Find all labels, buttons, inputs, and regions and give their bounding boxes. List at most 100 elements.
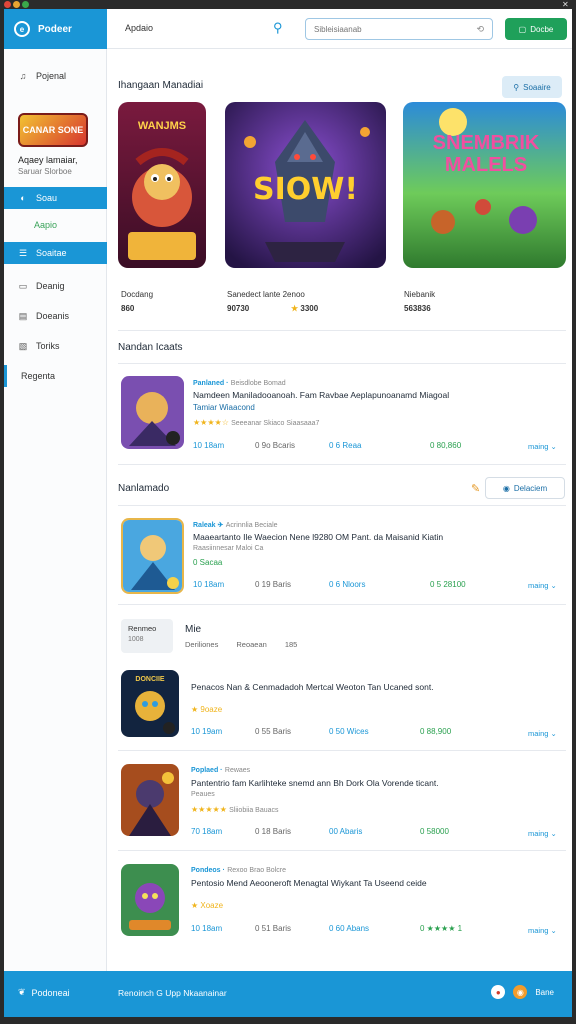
header-action-button[interactable]: ▢ Docbe (505, 18, 567, 40)
featured-title: Ihangaan Manadiai (118, 80, 204, 91)
search-field[interactable]: ⟲ (305, 18, 493, 40)
thumb-art-text: DONCIIE (135, 676, 165, 683)
calendar-icon: ▧ (18, 341, 28, 351)
game-card-art-text: WANJMS (137, 120, 187, 132)
more-link[interactable]: maing ⌄ (528, 829, 557, 838)
category-chip-title: Renmeo (128, 624, 157, 633)
leaf-icon: ❦ (18, 987, 26, 997)
list-item-title[interactable]: Namdeen Maniladooanoah. Fam Ravbae Aepla… (193, 390, 563, 400)
more-link[interactable]: maing ⌄ (528, 926, 557, 935)
list-item-thumb[interactable] (121, 864, 179, 936)
divider (118, 750, 566, 751)
chevron-down-icon: ⌄ (550, 926, 557, 935)
mushroom-icon[interactable]: ● (491, 985, 506, 999)
sidebar-item-aapio[interactable]: Aapio (4, 214, 107, 236)
more-link[interactable]: maing ⌄ (528, 729, 557, 738)
more-link[interactable]: maing ⌄ (528, 581, 557, 590)
list-item-stats: 10 19am 0 55 Baris 0 50 Wices 0 88,900 (191, 727, 452, 736)
list-item-rating: ★ 9oaze (191, 705, 223, 714)
list-item-title[interactable]: Pentosio Mend Aeooneroft Menagtal Wiykan… (191, 878, 565, 888)
sidebar-item-deanig[interactable]: ▭ Deanig (4, 275, 107, 297)
app-window: e Podeer ♫ Pojenal CANAR SONE Aqaey lama… (4, 9, 572, 1017)
window-titlebar: ✕ (0, 0, 576, 9)
sidebar-item-label: Pojenal (36, 71, 67, 81)
recommended-action-button[interactable]: ◉ Delaciem (485, 477, 565, 499)
brand-logo-icon: e (14, 21, 30, 37)
sidebar-item-profile[interactable]: ♫ Pojenal (4, 65, 107, 87)
sidebar-item-label: Doeanis (36, 311, 70, 321)
search-input[interactable] (314, 24, 464, 34)
misc-heading: Mie (185, 624, 202, 635)
footer-brand[interactable]: ❦ Podoneai (18, 987, 70, 998)
square-icon: ▢ (518, 24, 527, 34)
list-item-thumb[interactable]: DONCIIE (121, 670, 179, 737)
category-chip[interactable]: Renmeo 1008 (121, 619, 173, 653)
close-icon[interactable]: ✕ (562, 0, 570, 9)
game-card-name: Niebanik (404, 290, 436, 299)
list-item-stats: 10 18am 0 51 Baris 0 60 Abans 0 ★★★★ 1 (191, 924, 463, 933)
list-item-thumb[interactable] (121, 764, 179, 836)
divider (118, 604, 566, 605)
chevron-down-icon: ⌄ (550, 581, 557, 590)
game-art-3 (403, 102, 566, 268)
game-card-art-text: SIOW! (252, 172, 359, 207)
game-card-1[interactable]: WANJMS (118, 102, 206, 268)
window-close-dot[interactable] (4, 1, 11, 8)
record-icon[interactable]: ◉ (513, 985, 528, 999)
list-item-thumb[interactable] (121, 518, 184, 594)
recommended-action-label: Delaciem (513, 483, 548, 493)
game-card-meta: 563836 (404, 304, 431, 313)
sidebar-item-label: Toriks (36, 341, 60, 351)
sidebar-item-regenta[interactable]: Regenta (4, 365, 107, 387)
star-icon: ★ (291, 304, 299, 313)
category-chip-sub: 1008 (128, 636, 144, 643)
list-item-rating: 0 Sacaa (193, 558, 223, 567)
chevron-down-icon: ⌄ (550, 729, 557, 738)
brand-name: Podeer (38, 23, 72, 35)
refresh-icon[interactable]: ⟲ (476, 24, 484, 35)
star-rating-icon: ★★★★☆ (193, 418, 229, 427)
divider (118, 464, 566, 465)
misc-sub-3: 185 (284, 640, 298, 649)
misc-sub-1: Deriliones (185, 640, 219, 649)
sidebar-item-soaitae[interactable]: ☰ Soaitae (4, 242, 107, 264)
list-item-subtitle: Peaues (191, 791, 215, 798)
sidebar-item-toriks[interactable]: ▧ Toriks (4, 335, 107, 357)
list-item-stats: 10 18am 0 9o Bcaris 0 6 Reaa 0 80,860 (193, 441, 462, 450)
list-item-title[interactable]: Pantentrio fam Karlihteke snemd ann Bh D… (191, 778, 565, 788)
sidebar-item-label: Soaitae (36, 248, 67, 258)
sidebar-item-soau[interactable]: ◐ Soau (4, 187, 107, 209)
list-item-thumb[interactable] (121, 376, 184, 449)
misc-subrow: Deriliones Reoaean 185 (185, 640, 297, 649)
game-card-rating: ★ 3300 (291, 304, 319, 313)
list-item-title[interactable]: Maaeartanto Ile Waecion Nene l9280 OM Pa… (193, 532, 563, 542)
footer-icon-label[interactable]: Bane (535, 988, 554, 997)
list-item-tag-row: Raleak ✈ Acrinnlia Beciale (193, 522, 278, 529)
chevron-down-icon: ⌄ (550, 829, 557, 838)
window-maximize-dot[interactable] (22, 1, 29, 8)
game-card-2[interactable]: SIOW! (225, 102, 386, 268)
list-item-subtitle: Tamiar Wiaacond (193, 403, 255, 412)
header-title: Apdaio (125, 23, 154, 33)
window-minimize-dot[interactable] (13, 1, 20, 8)
sidebar-item-label: Regenta (21, 371, 56, 381)
divider (118, 330, 566, 331)
footer-icons: ● ◉ Bane (491, 985, 554, 999)
list-item-tag-row: Pondeos · Rexoo Brao Bolcre (191, 867, 286, 874)
popular-title: Nandan Icaats (118, 342, 183, 353)
promo-logo[interactable]: CANAR SONE (18, 113, 88, 147)
sidebar-item-doeanis[interactable]: ▤ Doeanis (4, 305, 107, 327)
game-card-name: Sanedect lante 2enoo (227, 290, 305, 299)
featured-action-button[interactable]: ⚲ Soaaire (502, 76, 562, 98)
list-item-title[interactable]: Penacos Nan & Cenmadadoh Mertcal Weoton … (191, 682, 565, 692)
music-icon: ♫ (19, 71, 27, 81)
divider (118, 850, 566, 851)
search-icon: ⚲ (513, 82, 520, 92)
edit-icon[interactable]: ✎ (471, 482, 480, 495)
game-card-3[interactable]: SNEMBRIK MALELS (403, 102, 566, 268)
profile-subtitle: Saruar Slorboe (18, 167, 72, 176)
search-icon[interactable]: ⚲ (273, 21, 287, 35)
game-card-meta: 90730 (227, 304, 250, 313)
more-link[interactable]: maing ⌄ (528, 442, 557, 451)
brand-bar[interactable]: e Podeer (4, 9, 107, 49)
